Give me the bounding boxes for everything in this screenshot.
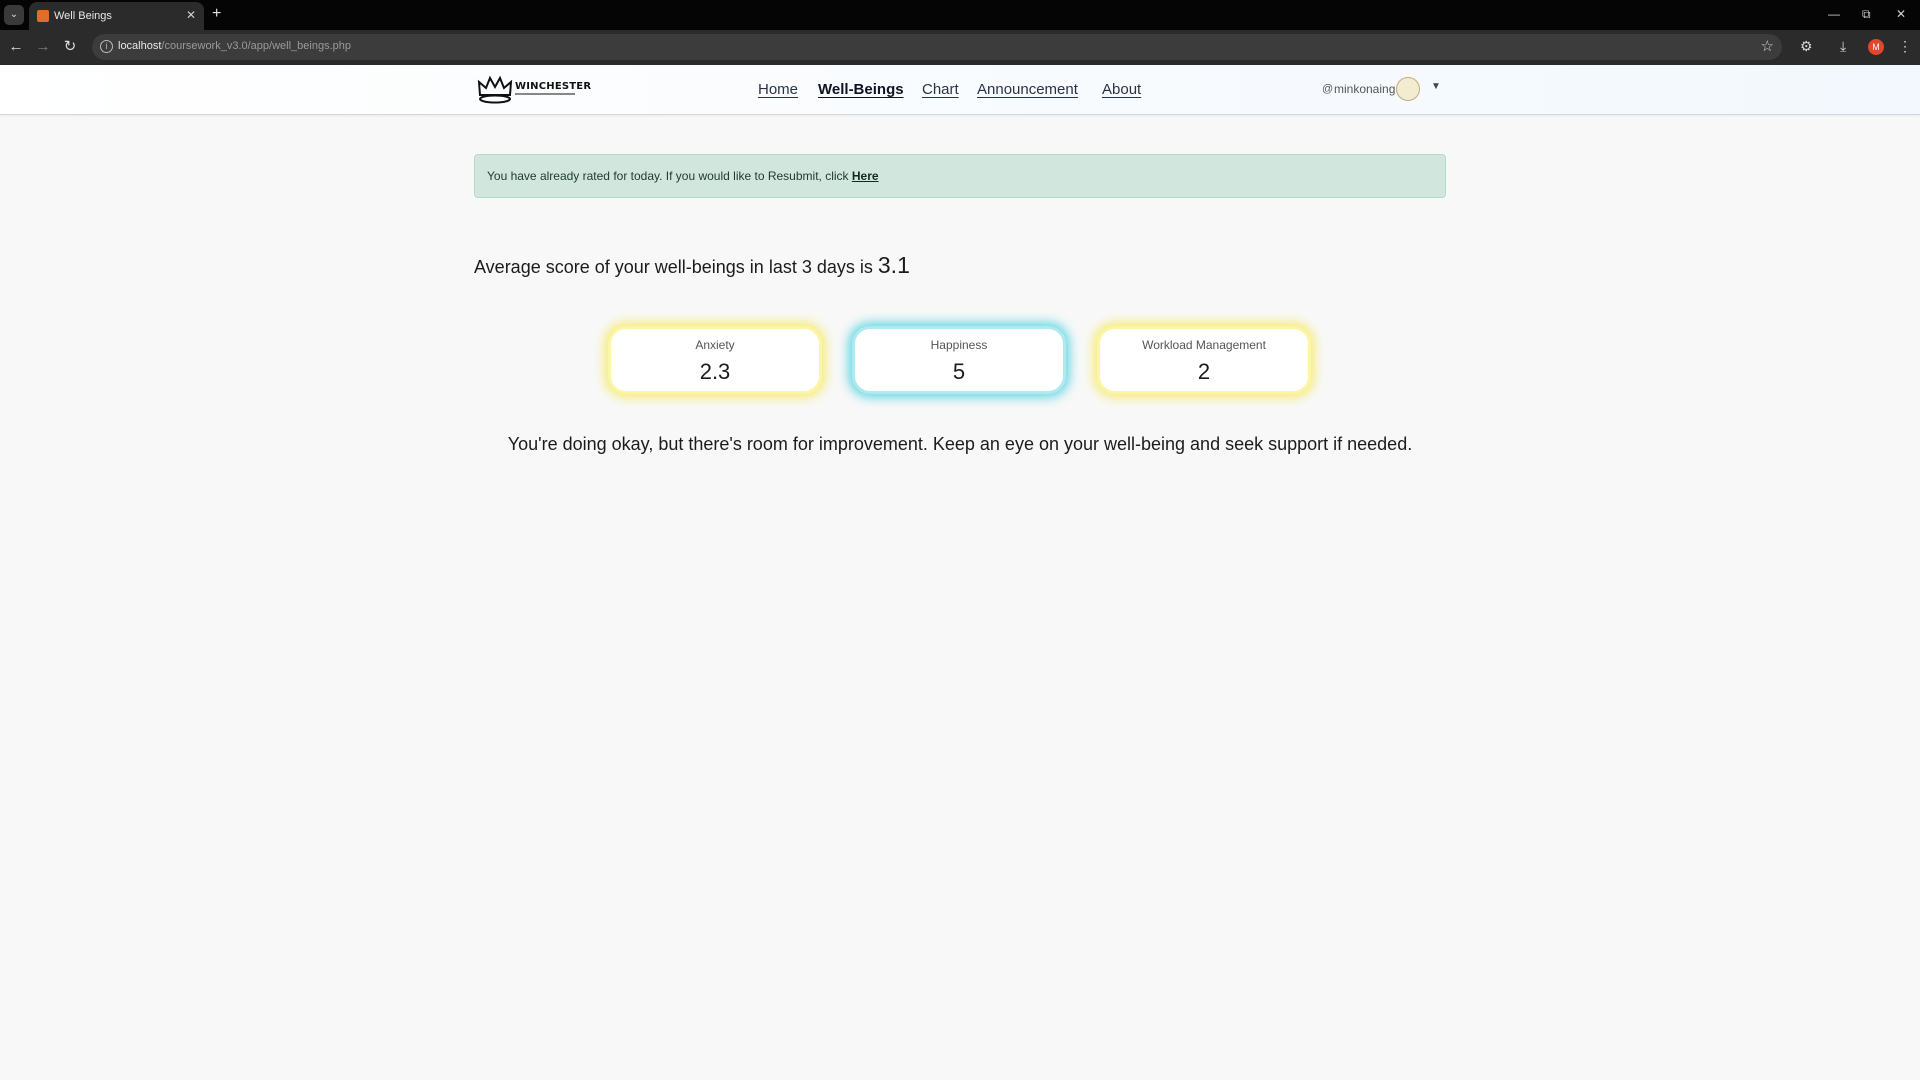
resubmit-link[interactable]: Here [852,169,879,183]
favicon-icon [37,10,49,22]
forward-icon[interactable]: → [33,38,53,56]
alert-message: You have already rated for today. If you… [487,169,879,183]
card-label: Happiness [930,338,988,352]
average-score-line: Average score of your well-beings in las… [474,252,910,279]
card-value: 5 [952,359,966,384]
anxiety-card: Anxiety 2.3 [608,326,822,394]
logo-tagline-line [515,93,575,95]
nav-announcement[interactable]: Announcement [977,81,1078,98]
site-info-icon[interactable]: i [100,40,113,53]
average-score-text: Average score of your well-beings in las… [474,257,873,277]
browser-tab-bar: ⌄ Well Beings ✕ + — ⧉ ✕ [0,0,1920,30]
already-rated-alert: You have already rated for today. If you… [474,154,1446,198]
reload-icon[interactable]: ↻ [60,38,80,56]
address-bar[interactable]: i localhost/coursework_v3.0/app/well_bei… [92,34,1782,60]
close-window-icon[interactable]: ✕ [1896,7,1906,21]
tab-title: Well Beings [54,10,112,22]
minimize-icon[interactable]: — [1828,7,1840,21]
username: minkonaing [1334,82,1396,96]
nav-about[interactable]: About [1102,81,1141,98]
card-value: 2 [1197,359,1211,384]
restore-icon[interactable]: ⧉ [1862,7,1871,21]
url-text[interactable]: localhost/coursework_v3.0/app/well_being… [118,40,351,52]
browser-tab[interactable]: Well Beings ✕ [29,2,204,30]
browser-toolbar: ← → ↻ i localhost/coursework_v3.0/app/we… [0,30,1920,65]
profile-avatar[interactable]: M [1868,39,1884,55]
new-tab-button[interactable]: + [212,6,221,22]
card-value: 2.3 [699,359,731,384]
card-label: Workload Management [1142,338,1266,352]
close-tab-icon[interactable]: ✕ [186,8,196,22]
happiness-card: Happiness 5 [852,326,1066,394]
nav-home[interactable]: Home [758,81,798,98]
workload-management-card: Workload Management 2 [1097,326,1311,394]
downloads-icon[interactable]: ⤓ [1840,37,1846,55]
card-label: Anxiety [695,338,735,352]
user-at-symbol: @ [1322,83,1334,95]
average-score-value: 3.1 [877,252,910,278]
crown-icon [477,75,513,104]
bookmark-star-icon[interactable]: ☆ [1761,37,1774,55]
nav-chart[interactable]: Chart [922,81,959,98]
logo-text: WINCHESTER [515,81,592,92]
extensions-icon[interactable]: ⚙ [1800,37,1813,55]
winchester-logo[interactable]: WINCHESTER [477,75,591,105]
nav-well-beings[interactable]: Well-Beings [818,81,904,98]
user-avatar[interactable] [1396,77,1420,101]
chevron-down-icon[interactable]: ▼ [1431,81,1441,92]
wellbeing-feedback-message: You're doing okay, but there's room for … [507,434,1413,454]
back-icon[interactable]: ← [6,38,26,56]
tab-search-button[interactable]: ⌄ [4,5,24,25]
site-navbar: WINCHESTER Home Well-Beings Chart Announ… [0,65,1920,115]
menu-kebab-icon[interactable]: ⋮ [1898,37,1912,55]
